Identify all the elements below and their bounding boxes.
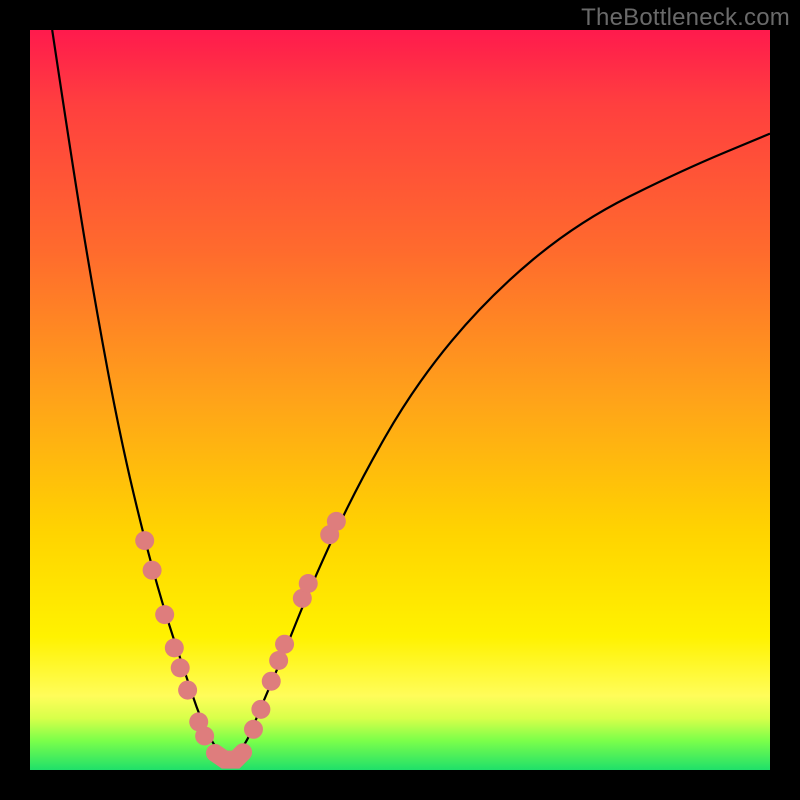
marker-dot [135, 531, 154, 550]
marker-dot [275, 635, 294, 654]
marker-dot [165, 638, 184, 657]
marker-dot [171, 658, 190, 677]
curve-svg [30, 30, 770, 770]
marker-dot [143, 561, 162, 580]
marker-dot [244, 720, 263, 739]
marker-dot [269, 651, 288, 670]
curve-right-branch [230, 134, 770, 763]
marker-dot [262, 672, 281, 691]
marker-dot [178, 681, 197, 700]
curve-left-branch [52, 30, 230, 763]
chart-frame: TheBottleneck.com [0, 0, 800, 800]
marker-dot [195, 726, 214, 745]
valley-stub [215, 752, 243, 759]
marker-dot [251, 700, 270, 719]
marker-dot [327, 512, 346, 531]
marker-dot [299, 574, 318, 593]
watermark-text: TheBottleneck.com [581, 4, 790, 32]
marker-dot [155, 605, 174, 624]
plot-area [30, 30, 770, 770]
